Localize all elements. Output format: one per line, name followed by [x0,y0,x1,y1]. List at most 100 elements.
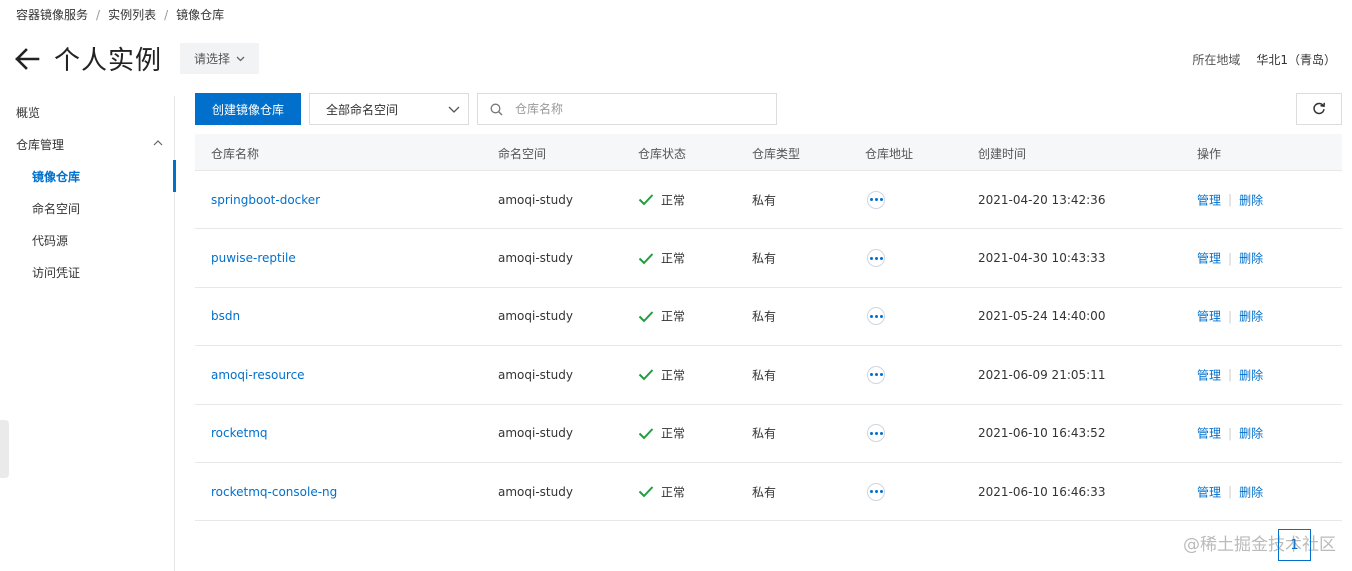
column-header-type: 仓库类型 [752,147,801,161]
sidebar-item-label: 仓库管理 [16,137,65,152]
sidebar-group-repo-management[interactable]: 仓库管理 [0,128,175,160]
column-header-address: 仓库地址 [865,147,914,161]
more-icon[interactable] [867,249,885,268]
sidebar-item-label: 概览 [16,105,41,120]
instance-select-label: 请选择 [194,52,231,66]
breadcrumb-item-instances[interactable]: 实例列表 [108,6,156,23]
delete-link[interactable]: 删除 [1239,425,1263,442]
manage-link[interactable]: 管理 [1197,425,1221,442]
chevron-down-icon [448,106,460,113]
sidebar-item-image-repo[interactable]: 镜像仓库 [0,160,176,192]
type-cell: 私有 [752,251,777,266]
manage-link[interactable]: 管理 [1197,366,1221,383]
more-icon[interactable] [867,424,885,443]
table-row: bsdn amoqi-study 正常 私有 2021-05-24 14:40:… [195,288,1342,347]
address-cell [867,249,885,268]
sidebar-item-label: 镜像仓库 [32,169,81,184]
status-cell: 正常 [638,425,685,442]
actions-cell: 管理 | 删除 [1197,308,1263,325]
delete-link[interactable]: 删除 [1239,250,1263,267]
status-text: 正常 [661,368,686,383]
more-icon[interactable] [867,365,885,384]
manage-link[interactable]: 管理 [1197,191,1221,208]
more-icon[interactable] [867,307,885,326]
repo-name-link[interactable]: bsdn [211,309,240,323]
more-icon[interactable] [867,482,885,501]
status-text: 正常 [661,251,686,266]
namespace-cell: amoqi-study [498,426,573,441]
manage-link[interactable]: 管理 [1197,483,1221,500]
status-cell: 正常 [638,308,685,325]
created-time-cell: 2021-04-20 13:42:36 [978,192,1106,207]
sidebar-item-namespace[interactable]: 命名空间 [0,192,175,224]
breadcrumb-item-service[interactable]: 容器镜像服务 [16,6,88,23]
chevron-down-icon [236,56,245,61]
repo-name-link[interactable]: springboot-docker [211,193,320,207]
sidebar-item-access-credential[interactable]: 访问凭证 [0,256,175,288]
namespace-select[interactable]: 全部命名空间 [309,93,469,125]
delete-link[interactable]: 删除 [1239,308,1263,325]
status-cell: 正常 [638,366,685,383]
sidebar-item-label: 访问凭证 [32,265,81,280]
action-separator: | [1228,192,1233,207]
title-row: 个人实例 请选择 [14,40,260,77]
create-repo-button[interactable]: 创建镜像仓库 [195,93,301,125]
sidebar-item-overview[interactable]: 概览 [0,96,175,128]
table-row: rocketmq-console-ng amoqi-study 正常 私有 20… [195,463,1342,522]
address-cell [867,190,885,209]
created-time-cell: 2021-05-24 14:40:00 [978,309,1106,324]
type-cell: 私有 [752,426,777,441]
table-row: amoqi-resource amoqi-study 正常 私有 2021-06… [195,346,1342,405]
region-info: 所在地域 华北1（青岛） [1192,51,1336,68]
breadcrumb-separator: / [164,7,169,22]
repo-name-link[interactable]: puwise-reptile [211,251,296,265]
column-header-status: 仓库状态 [638,147,687,161]
action-separator: | [1228,484,1233,499]
type-cell: 私有 [752,368,777,383]
breadcrumb-item-current: 镜像仓库 [176,8,225,22]
check-icon [638,311,654,323]
repo-table: 仓库名称 命名空间 仓库状态 仓库类型 仓库地址 创建时间 操作 springb… [195,134,1342,522]
action-separator: | [1228,251,1233,266]
repo-name-link[interactable]: amoqi-resource [211,368,305,382]
breadcrumb: 容器镜像服务 / 实例列表 / 镜像仓库 [16,6,224,23]
back-arrow-icon[interactable] [14,47,40,71]
region-label: 所在地域 [1192,53,1241,67]
created-time-cell: 2021-06-09 21:05:11 [978,367,1106,382]
manage-link[interactable]: 管理 [1197,308,1221,325]
sidebar-collapse-handle[interactable] [0,420,9,478]
status-text: 正常 [661,309,686,324]
pagination-page-button[interactable]: 1 [1278,529,1311,561]
delete-link[interactable]: 删除 [1239,191,1263,208]
table-row: puwise-reptile amoqi-study 正常 私有 2021-04… [195,229,1342,288]
delete-link[interactable]: 删除 [1239,366,1263,383]
repo-name-link[interactable]: rocketmq [211,426,268,440]
search-input[interactable] [513,101,753,117]
refresh-button[interactable] [1296,93,1342,125]
instance-select[interactable]: 请选择 [180,43,260,74]
namespace-cell: amoqi-study [498,309,573,324]
check-icon [638,194,654,206]
type-cell: 私有 [752,309,777,324]
namespace-cell: amoqi-study [498,367,573,382]
actions-cell: 管理 | 删除 [1197,191,1263,208]
sidebar-item-label: 命名空间 [32,201,81,216]
created-time-cell: 2021-06-10 16:46:33 [978,484,1106,499]
region-value[interactable]: 华北1（青岛） [1256,51,1336,68]
table-body: springboot-docker amoqi-study 正常 私有 2021… [195,171,1342,522]
check-icon [638,428,654,440]
more-icon[interactable] [867,190,885,209]
action-separator: | [1228,367,1233,382]
column-header-created: 创建时间 [978,147,1027,161]
repo-name-link[interactable]: rocketmq-console-ng [211,485,337,499]
column-header-name: 仓库名称 [211,147,260,161]
check-icon [638,486,654,498]
refresh-icon [1313,102,1326,115]
namespace-cell: amoqi-study [498,251,573,266]
delete-link[interactable]: 删除 [1239,483,1263,500]
manage-link[interactable]: 管理 [1197,250,1221,267]
address-cell [867,482,885,501]
sidebar-item-code-source[interactable]: 代码源 [0,224,175,256]
address-cell [867,307,885,326]
actions-cell: 管理 | 删除 [1197,425,1263,442]
